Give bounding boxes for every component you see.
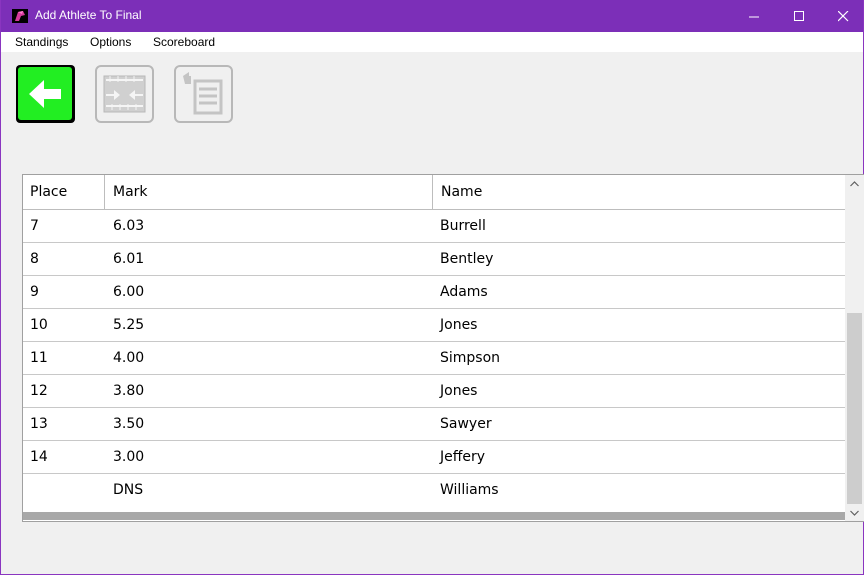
column-header-place[interactable]: Place	[23, 175, 105, 210]
close-icon	[837, 10, 848, 21]
menu-bar: Standings Options Scoreboard	[1, 32, 863, 52]
app-window: Add Athlete To Final Standings Options S…	[0, 0, 864, 575]
mark-cell: DNS	[113, 482, 144, 498]
place-cell: 11	[30, 350, 48, 366]
mark-cell: 3.50	[113, 416, 145, 432]
horizontal-scrollbar[interactable]	[23, 512, 845, 520]
maximize-icon	[793, 10, 804, 21]
menu-options[interactable]: Options	[90, 35, 131, 49]
name-cell: Williams	[440, 482, 499, 498]
column-header-name[interactable]: Name	[433, 175, 845, 210]
table-row[interactable]: 10 5.25 Jones	[23, 309, 845, 342]
measure-ruler-icon	[95, 65, 154, 123]
app-logo-icon	[12, 9, 28, 23]
name-cell: Jones	[440, 383, 478, 399]
place-cell: 9	[30, 284, 39, 300]
menu-scoreboard[interactable]: Scoreboard	[153, 35, 215, 49]
chevron-down-icon	[850, 510, 859, 516]
place-cell: 14	[30, 449, 48, 465]
table-row[interactable]: 12 3.80 Jones	[23, 375, 845, 408]
place-cell: 10	[30, 317, 48, 333]
maximize-button[interactable]	[777, 0, 821, 32]
name-cell: Jeffery	[440, 449, 486, 465]
column-header-mark[interactable]: Mark	[105, 175, 433, 210]
close-button[interactable]	[821, 0, 864, 32]
scroll-down-button[interactable]	[845, 504, 864, 521]
measure-button[interactable]	[94, 64, 156, 125]
report-list-icon	[174, 65, 233, 123]
grid-header: Place Mark Name	[23, 175, 845, 210]
name-cell: Adams	[440, 284, 488, 300]
mark-cell: 6.00	[113, 284, 145, 300]
window-title: Add Athlete To Final	[35, 8, 142, 22]
name-cell: Jones	[440, 317, 478, 333]
table-row[interactable]: 7 6.03 Burrell	[23, 210, 845, 243]
chevron-up-icon	[850, 180, 859, 186]
table-row[interactable]: DNS Williams	[23, 474, 845, 512]
mark-cell: 6.03	[113, 218, 145, 234]
mark-cell: 3.00	[113, 449, 145, 465]
mark-cell: 5.25	[113, 317, 145, 333]
mark-cell: 6.01	[113, 251, 145, 267]
back-button[interactable]	[15, 64, 77, 125]
name-cell: Simpson	[440, 350, 501, 366]
table-row[interactable]: 14 3.00 Jeffery	[23, 441, 845, 474]
name-cell: Sawyer	[440, 416, 492, 432]
minimize-button[interactable]	[732, 0, 776, 32]
table-row[interactable]: 13 3.50 Sawyer	[23, 408, 845, 441]
vertical-scrollbar[interactable]	[845, 175, 864, 521]
place-cell: 12	[30, 383, 48, 399]
name-cell: Bentley	[440, 251, 494, 267]
grid-body: Place Mark Name 7 6.03 Burrell 8 6.01 Be…	[23, 175, 845, 512]
mark-cell: 3.80	[113, 383, 145, 399]
scroll-up-button[interactable]	[845, 175, 864, 192]
table-row[interactable]: 11 4.00 Simpson	[23, 342, 845, 375]
standings-grid[interactable]: Place Mark Name 7 6.03 Burrell 8 6.01 Be…	[22, 174, 864, 522]
table-row[interactable]: 8 6.01 Bentley	[23, 243, 845, 276]
minimize-icon	[748, 16, 759, 17]
scroll-thumb[interactable]	[847, 313, 862, 504]
place-cell: 13	[30, 416, 48, 432]
table-row[interactable]: 9 6.00 Adams	[23, 276, 845, 309]
report-button[interactable]	[173, 64, 235, 125]
title-bar[interactable]: Add Athlete To Final	[1, 0, 863, 32]
place-cell: 8	[30, 251, 39, 267]
place-cell: 7	[30, 218, 39, 234]
menu-standings[interactable]: Standings	[15, 35, 68, 49]
mark-cell: 4.00	[113, 350, 145, 366]
back-arrow-icon	[16, 65, 75, 123]
name-cell: Burrell	[440, 218, 486, 234]
